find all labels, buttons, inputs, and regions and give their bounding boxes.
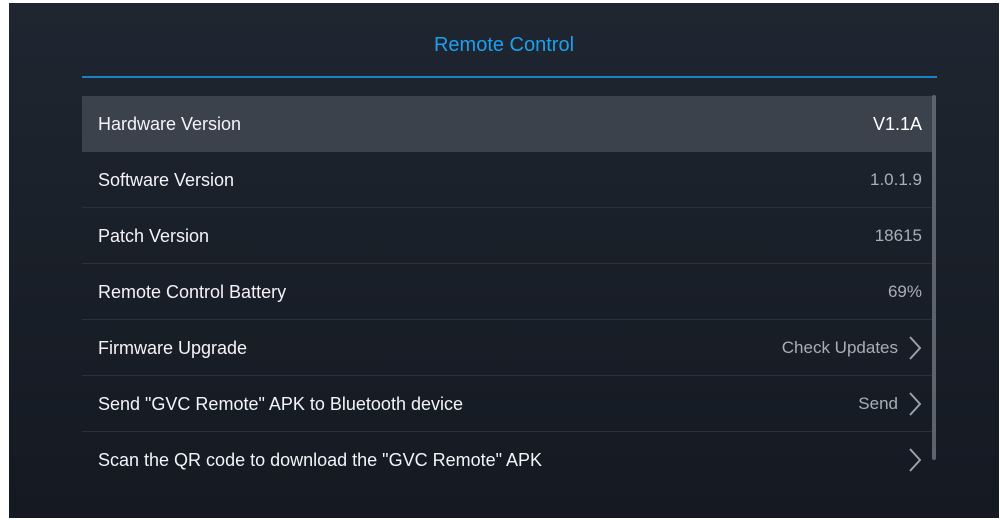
row-value-area <box>908 432 922 488</box>
chevron-right-icon <box>909 448 922 472</box>
chevron-right-icon <box>909 391 922 416</box>
row-label: Send "GVC Remote" APK to Bluetooth devic… <box>98 393 463 414</box>
title-divider <box>82 76 937 78</box>
row-value-area: 1.0.1.9 <box>870 152 922 207</box>
page-title: Remote Control <box>433 34 575 56</box>
row-label: Firmware Upgrade <box>98 337 248 358</box>
row-value-area: 69% <box>888 264 922 319</box>
patch-version-value: 18615 <box>874 225 922 245</box>
row-label: Hardware Version <box>98 113 242 134</box>
battery-value: 69% <box>887 281 922 301</box>
list-scrollbar[interactable] <box>932 95 936 460</box>
row-send-apk[interactable]: Send "GVC Remote" APK to Bluetooth devic… <box>82 376 934 432</box>
row-value-area: V1.1A <box>873 96 922 151</box>
chevron-right-icon <box>909 335 922 360</box>
row-value-area: 18615 <box>875 208 922 263</box>
row-value-area: Send <box>858 376 922 431</box>
row-scan-qr-code[interactable]: Scan the QR code to download the "GVC Re… <box>82 432 934 488</box>
row-label: Remote Control Battery <box>98 281 287 302</box>
check-updates-value: Check Updates <box>781 337 898 357</box>
row-label: Scan the QR code to download the "GVC Re… <box>98 450 543 470</box>
row-hardware-version[interactable]: Hardware Version V1.1A <box>82 96 934 152</box>
row-value-area: Check Updates <box>782 320 922 375</box>
settings-list: Hardware Version V1.1A Software Version … <box>82 96 934 488</box>
row-patch-version[interactable]: Patch Version 18615 <box>82 208 934 264</box>
software-version-value: 1.0.1.9 <box>870 169 922 189</box>
row-software-version[interactable]: Software Version 1.0.1.9 <box>82 152 934 208</box>
row-label: Software Version <box>98 169 235 190</box>
row-remote-control-battery[interactable]: Remote Control Battery 69% <box>82 264 934 320</box>
remote-control-screen: Remote Control Hardware Version V1.1A So… <box>9 3 999 518</box>
hardware-version-value: V1.1A <box>872 113 922 134</box>
row-firmware-upgrade[interactable]: Firmware Upgrade Check Updates <box>82 320 934 376</box>
row-label: Patch Version <box>98 225 210 246</box>
send-value: Send <box>858 393 898 413</box>
